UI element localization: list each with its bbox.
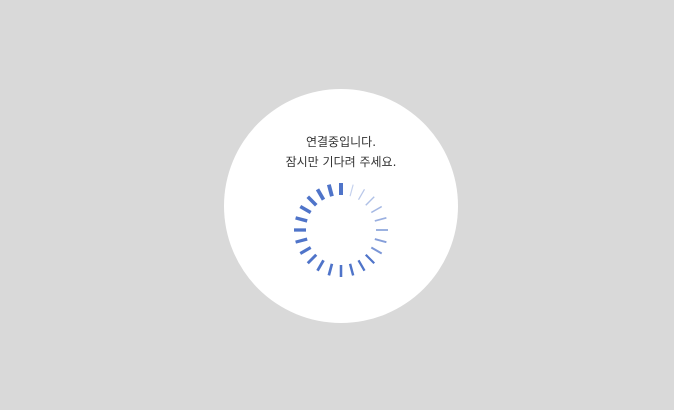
spinner-segment [349, 184, 354, 197]
spinner-segment [364, 253, 376, 265]
loading-spinner-icon [294, 183, 388, 277]
connecting-message: 연결중입니다. [305, 135, 377, 149]
spinner-segment [348, 263, 355, 276]
spinner-segment [316, 259, 325, 272]
spinner-segment [299, 204, 312, 215]
spinner-segment [357, 259, 366, 272]
spinner-segment [374, 217, 387, 222]
spinner-segment [374, 238, 387, 244]
spinner-segment [299, 246, 312, 255]
spinner-segment [357, 188, 366, 201]
spinner-segment [295, 216, 308, 223]
spinner-segment [326, 184, 334, 197]
spinner-segment [365, 196, 375, 206]
spinner-segment [327, 263, 334, 276]
spinner-segment [315, 188, 326, 201]
spinner-segment [306, 253, 318, 265]
please-wait-message: 잠시만 기다려 주세요. [285, 155, 397, 169]
loading-dialog: 연결중입니다. 잠시만 기다려 주세요. [224, 89, 458, 323]
spinner-segment [370, 205, 383, 214]
spinner-segment [306, 195, 318, 207]
spinner-segment [370, 246, 383, 255]
spinner-segment [295, 237, 308, 244]
